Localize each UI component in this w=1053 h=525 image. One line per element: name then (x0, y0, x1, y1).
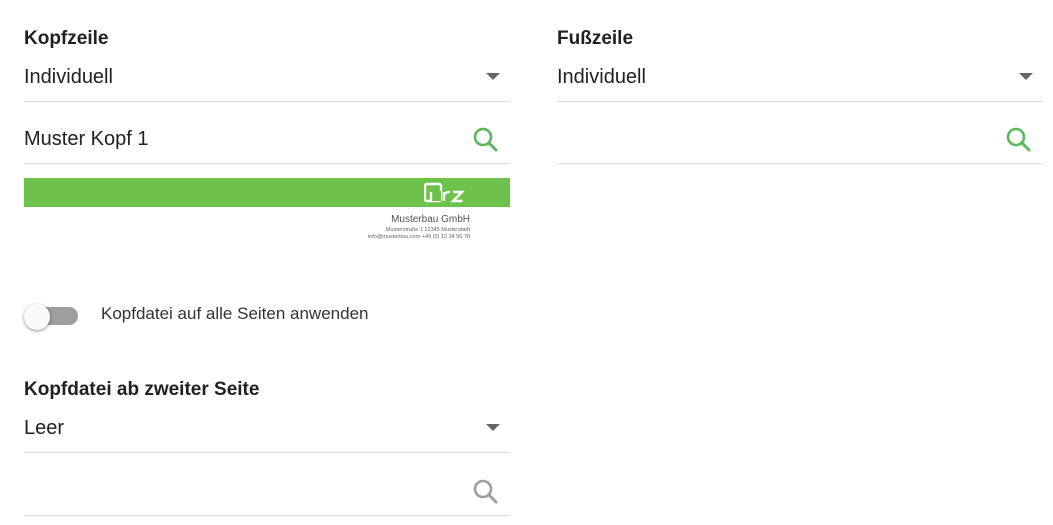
header-preview-contact: info@musterbau.com +49 (0) 12 34 56 78 (367, 234, 470, 240)
apply-all-pages-toggle[interactable] (24, 304, 80, 330)
second-page-select-caret-icon[interactable] (486, 424, 500, 431)
header-preview-address: Musterstraße 1 12345 Musterstadt (385, 227, 470, 233)
second-page-file-field[interactable] (24, 476, 510, 516)
header-section-label: Kopfzeile (24, 28, 109, 49)
footer-select-caret-icon[interactable] (1019, 73, 1033, 80)
header-select-value: Individuell (24, 66, 113, 88)
second-page-select[interactable]: Leer (24, 413, 510, 453)
second-page-section-label: Kopfdatei ab zweiter Seite (24, 379, 260, 400)
header-preview-image: Musterbau GmbH Musterstraße 1 12345 Must… (24, 178, 510, 248)
header-file-search-icon[interactable] (472, 124, 500, 154)
header-select-caret-icon[interactable] (486, 73, 500, 80)
footer-section-label: Fußzeile (557, 28, 634, 49)
footer-select[interactable]: Individuell (557, 62, 1043, 102)
footer-file-search-icon[interactable] (1005, 124, 1033, 154)
header-preview-company: Musterbau GmbH (391, 214, 470, 225)
footer-select-value: Individuell (557, 66, 646, 88)
apply-all-pages-label: Kopfdatei auf alle Seiten anwenden (101, 304, 369, 323)
second-page-file-search-icon[interactable] (472, 476, 500, 506)
second-page-select-value: Leer (24, 417, 65, 439)
header-file-value: Muster Kopf 1 (24, 128, 149, 150)
header-file-field[interactable]: Muster Kopf 1 (24, 124, 510, 164)
toggle-knob (24, 304, 50, 330)
brz-logo-icon (424, 182, 465, 203)
footer-file-field[interactable] (557, 124, 1043, 164)
header-select[interactable]: Individuell (24, 62, 510, 102)
